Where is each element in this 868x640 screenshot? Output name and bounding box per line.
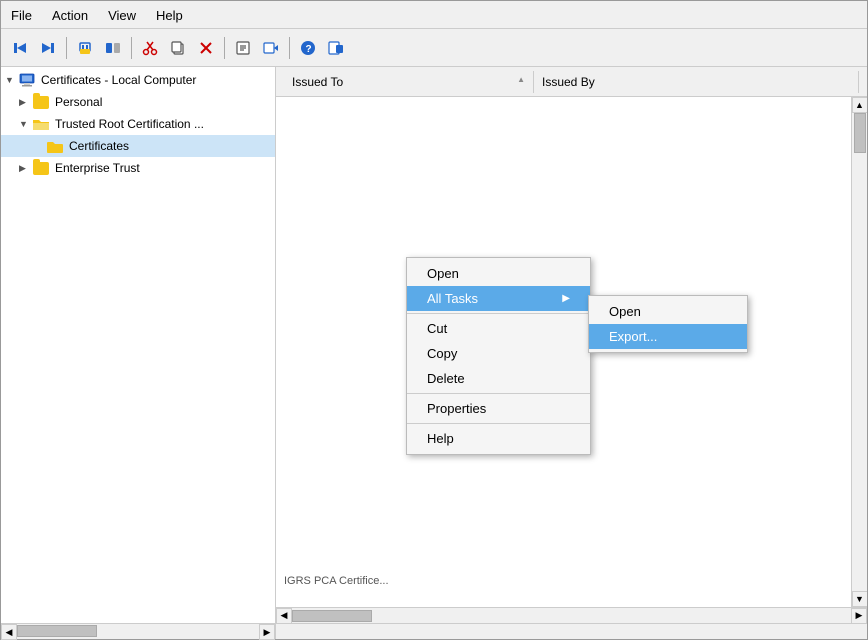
tree-item-enterprise[interactable]: ▶ Enterprise Trust <box>1 157 275 179</box>
export-button[interactable] <box>258 35 284 61</box>
folder-icon-certs <box>47 139 65 153</box>
tree-h-scrollbar: ◀ ▶ <box>1 624 276 639</box>
delete-button[interactable] <box>193 35 219 61</box>
tree-h-track[interactable] <box>17 624 259 638</box>
toolbar: ? <box>1 29 867 67</box>
h-scrollbar-track[interactable] <box>292 609 851 623</box>
menu-item-properties[interactable]: Properties <box>407 396 590 421</box>
menu-sep1 <box>407 313 590 314</box>
folder-icon-trusted <box>33 117 51 131</box>
back-button[interactable] <box>7 35 33 61</box>
menu-item-delete[interactable]: Delete <box>407 366 590 391</box>
menu-sep2 <box>407 393 590 394</box>
tree-label-trusted: Trusted Root Certification ... <box>55 117 204 131</box>
menu-item-open[interactable]: Open <box>407 261 590 286</box>
h-scrollbar-thumb[interactable] <box>292 610 372 622</box>
col-header-issued-to[interactable]: Issued To ▲ <box>284 71 534 93</box>
tree-h-thumb[interactable] <box>17 625 97 637</box>
right-panel: Issued To ▲ Issued By IGRS PCA Certifice… <box>276 67 867 623</box>
properties-button[interactable] <box>230 35 256 61</box>
up-button[interactable] <box>72 35 98 61</box>
arrow-personal: ▶ <box>19 97 33 108</box>
sep3 <box>224 37 225 59</box>
folder-icon-personal <box>33 95 51 109</box>
menu-sep3 <box>407 423 590 424</box>
ext-button[interactable] <box>323 35 349 61</box>
svg-text:?: ? <box>306 44 312 55</box>
main-window: File Action View Help <box>0 0 868 640</box>
menu-action[interactable]: Action <box>48 6 92 25</box>
menu-item-all-tasks[interactable]: All Tasks ▶ <box>407 286 590 311</box>
tree-panel[interactable]: ▼ Certificates - Local Computer ▶ <box>1 67 276 623</box>
menu-view[interactable]: View <box>104 6 140 25</box>
computer-icon <box>19 73 37 87</box>
tree-label-enterprise: Enterprise Trust <box>55 161 140 175</box>
col-header-issued-by[interactable]: Issued By <box>534 71 859 93</box>
arrow-root: ▼ <box>5 75 19 85</box>
tree-h-scroll-right[interactable]: ▶ <box>259 624 275 640</box>
forward-button[interactable] <box>35 35 61 61</box>
tree-label-personal: Personal <box>55 95 102 109</box>
context-menu: Open All Tasks ▶ Cut Copy <box>406 257 591 455</box>
menu-help[interactable]: Help <box>152 6 187 25</box>
sep2 <box>131 37 132 59</box>
v-scrollbar-thumb[interactable] <box>854 113 866 153</box>
cut-button[interactable] <box>137 35 163 61</box>
menu-item-help[interactable]: Help <box>407 426 590 451</box>
v-scroll-up-btn[interactable]: ▲ <box>852 97 868 113</box>
submenu: Open Export... <box>588 295 748 353</box>
menubar: File Action View Help <box>1 1 867 29</box>
tree-item-personal[interactable]: ▶ Personal <box>1 91 275 113</box>
menu-item-cut[interactable]: Cut <box>407 316 590 341</box>
menu-file[interactable]: File <box>7 6 36 25</box>
sep4 <box>289 37 290 59</box>
folder-icon-enterprise <box>33 161 51 175</box>
tree-item-trusted[interactable]: ▼ Trusted Root Certification ... <box>1 113 275 135</box>
h-scroll-left-btn[interactable]: ◀ <box>276 608 292 624</box>
bottom-right-fill <box>276 624 867 639</box>
column-header-row: Issued To ▲ Issued By <box>276 67 867 97</box>
main-content: ▼ Certificates - Local Computer ▶ <box>1 67 867 623</box>
right-content[interactable]: IGRS PCA Certifice... Open All Tasks ▶ <box>276 97 851 607</box>
tree-label-certs: Certificates <box>69 139 129 153</box>
tree-item-certificates[interactable]: ▶ Certificates <box>1 135 275 157</box>
v-scroll-down-btn[interactable]: ▼ <box>852 591 868 607</box>
show-hide-button[interactable] <box>100 35 126 61</box>
help-button[interactable]: ? <box>295 35 321 61</box>
arrow-enterprise: ▶ <box>19 163 33 174</box>
v-scrollbar-track[interactable] <box>853 113 867 591</box>
tree-root-label: Certificates - Local Computer <box>41 73 196 87</box>
tree-h-scroll-left[interactable]: ◀ <box>1 624 17 640</box>
right-vertical-scrollbar: ▲ ▼ <box>851 97 867 607</box>
h-scroll-right-btn[interactable]: ▶ <box>851 608 867 624</box>
right-inner: IGRS PCA Certifice... Open All Tasks ▶ <box>276 97 867 607</box>
copy-button[interactable] <box>165 35 191 61</box>
tree-items: ▼ Certificates - Local Computer ▶ <box>1 67 275 181</box>
menu-item-copy[interactable]: Copy <box>407 341 590 366</box>
right-horizontal-scrollbar: ◀ ▶ <box>276 607 867 623</box>
bottom-scrollbar-row: ◀ ▶ <box>1 623 867 639</box>
submenu-item-open[interactable]: Open <box>589 299 747 324</box>
sep1 <box>66 37 67 59</box>
tree-root[interactable]: ▼ Certificates - Local Computer <box>1 69 275 91</box>
context-menu-overlay: Open All Tasks ▶ Cut Copy <box>276 97 851 607</box>
all-tasks-arrow: ▶ <box>562 293 570 304</box>
submenu-item-export[interactable]: Export... <box>589 324 747 349</box>
arrow-trusted: ▼ <box>19 119 33 129</box>
